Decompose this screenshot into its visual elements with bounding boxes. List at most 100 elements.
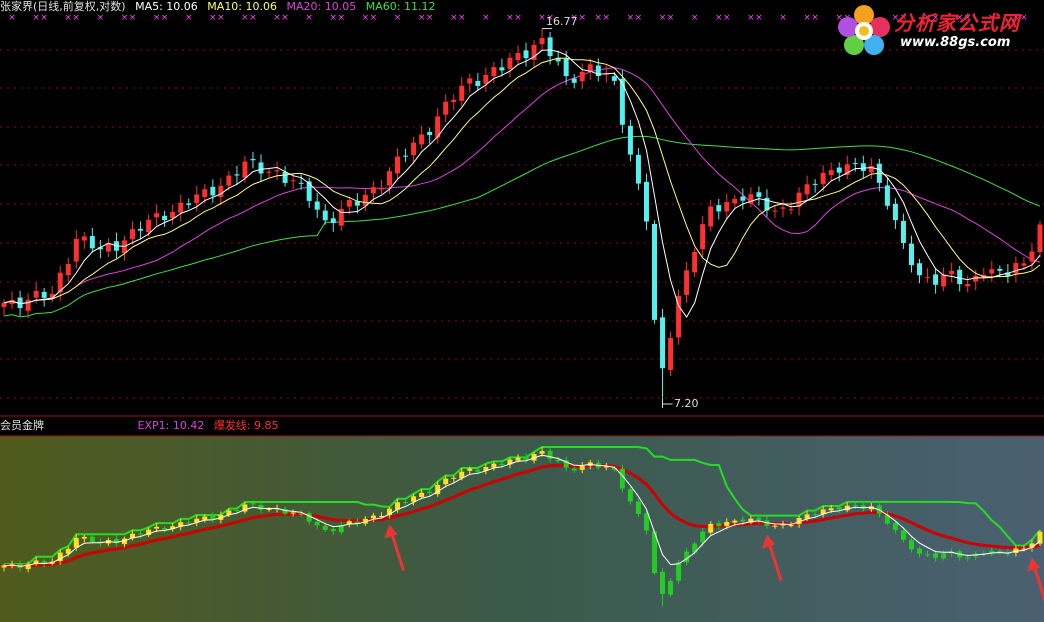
signal-x-marker: × (659, 13, 667, 23)
signal-x-marker: × (153, 13, 161, 23)
candle-body (788, 209, 794, 211)
site-logo: 分析家公式网 www.88gs.com (836, 3, 1036, 55)
indicator-bar (451, 477, 457, 479)
candle-body (419, 134, 425, 145)
candle-body (194, 194, 200, 203)
candle-body (451, 99, 457, 103)
candle-body (860, 163, 866, 172)
indicator-bar (210, 515, 216, 520)
signal-x-marker: × (691, 13, 699, 23)
indicator-bar (370, 515, 376, 519)
candle-body (483, 74, 489, 84)
candle-body (732, 198, 738, 204)
signal-x-marker: × (603, 13, 611, 23)
indicator-bar (539, 451, 545, 454)
candle-body (395, 156, 401, 174)
candle-body (105, 243, 111, 252)
candle-body (507, 57, 513, 69)
candle-body (547, 37, 553, 57)
indicator-bar (917, 548, 923, 554)
candle-body (820, 172, 826, 184)
signal-x-marker: × (506, 13, 514, 23)
indicator-exp1: EXP1: 10.42 (137, 419, 205, 432)
signal-x-marker: × (715, 13, 723, 23)
indicator-bar (676, 562, 682, 581)
indicator-bar (892, 522, 898, 530)
candle-body (378, 188, 384, 190)
candle-body (491, 67, 497, 77)
indicator-bar (635, 501, 641, 515)
indicator-burst-line: 爆发线: 9.85 (213, 419, 279, 432)
candle-body (579, 71, 585, 82)
indicator-bar (756, 517, 762, 520)
candle-body (178, 202, 184, 213)
indicator-bar (515, 457, 521, 461)
candle-body (459, 85, 465, 101)
candle-body (884, 185, 890, 206)
candle-body (282, 171, 288, 183)
indicator-bar (941, 553, 947, 559)
indicator-legend: 会员金牌 EXP1: 10.42 爆发线: 9.85 (0, 416, 1044, 435)
candle-body (314, 201, 320, 210)
signal-x-marker: × (538, 13, 546, 23)
candle-body (700, 224, 706, 250)
indicator-bar (314, 521, 320, 526)
candle-body (627, 125, 633, 155)
indicator-bar (828, 508, 834, 511)
signal-x-marker: × (779, 13, 787, 23)
candle-body (652, 224, 657, 320)
candle-body (403, 155, 409, 157)
logo-title: 分析家公式网 (894, 11, 1020, 35)
indicator-bar (627, 489, 633, 502)
candle-body (250, 158, 256, 161)
signal-x-marker: × (129, 13, 137, 23)
indicator-bar (523, 456, 529, 460)
signal-x-marker: × (40, 13, 48, 23)
signal-x-marker: × (450, 13, 458, 23)
candle-body (523, 50, 529, 59)
indicator-bar (555, 459, 561, 462)
candle-body (274, 170, 280, 172)
candle-body (1029, 251, 1035, 262)
indicator-bar (202, 516, 208, 520)
candle-body (146, 219, 152, 233)
candle-body (563, 58, 569, 77)
signal-x-marker: × (627, 13, 635, 23)
candle-body (1013, 263, 1019, 274)
candle-body (427, 131, 433, 136)
candle-body (684, 270, 690, 295)
candle-body (571, 78, 577, 83)
candle-body (258, 162, 264, 174)
flower-logo-icon (838, 5, 890, 55)
signal-x-marker: × (330, 13, 338, 23)
signal-x-marker: × (185, 13, 193, 23)
signal-x-marker: × (273, 13, 281, 23)
signal-x-marker: × (418, 13, 426, 23)
candle-body (210, 186, 216, 196)
indicator-bar (788, 525, 794, 527)
signal-x-marker: × (426, 13, 434, 23)
indicator-bar (925, 554, 931, 556)
indicator-bar (266, 508, 272, 510)
indicator-bar (330, 529, 336, 532)
candle-body (65, 263, 71, 276)
indicator-bar (475, 469, 481, 472)
candle-body (298, 182, 304, 184)
candle-body (234, 174, 240, 176)
legend-ma20: MA20: 10.05 (286, 0, 357, 13)
indicator-bar (419, 492, 425, 498)
indicator-title: 会员金牌 (0, 419, 44, 432)
signal-x-marker: × (458, 13, 466, 23)
candle-body (925, 276, 931, 278)
signal-x-marker: × (8, 13, 16, 23)
candle-body (756, 192, 762, 197)
indicator-bar (619, 468, 625, 489)
candle-body (836, 167, 842, 173)
indicator-bar (900, 530, 906, 540)
candle-body (949, 270, 955, 275)
signal-x-marker: × (281, 13, 289, 23)
signal-x-marker: × (514, 13, 522, 23)
signal-x-marker: × (241, 13, 249, 23)
signal-x-marker: × (747, 13, 755, 23)
legend-ma10: MA10: 10.06 (207, 0, 278, 13)
